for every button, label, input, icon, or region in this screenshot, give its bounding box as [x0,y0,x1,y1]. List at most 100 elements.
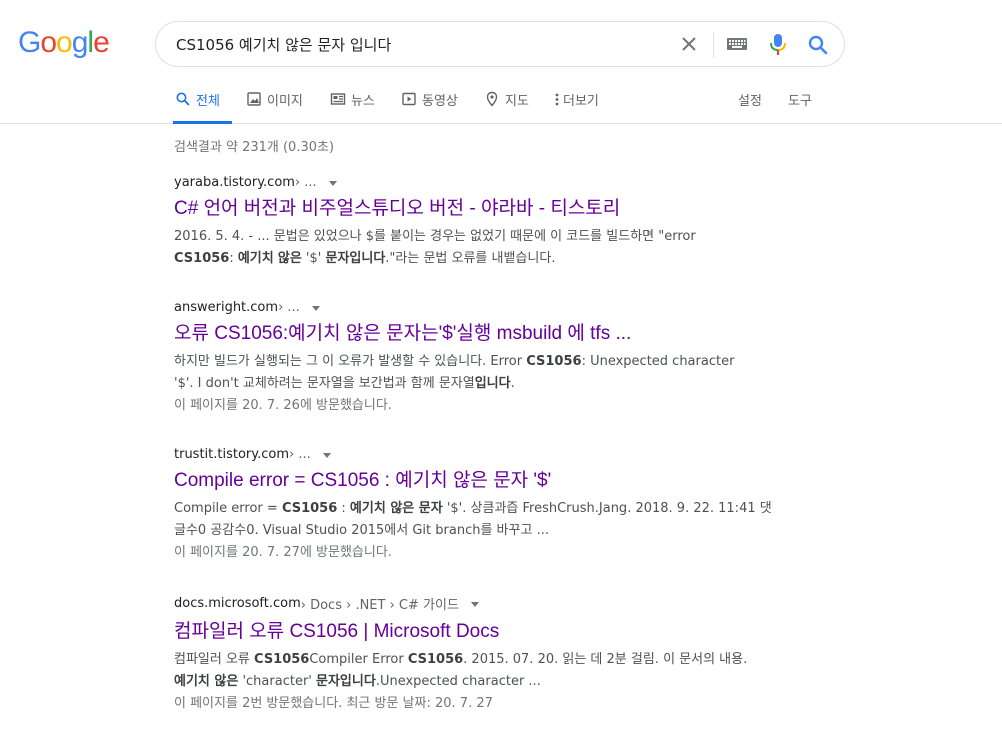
voice-search-button[interactable] [768,33,788,57]
snippet-text: ."라는 문법 오류를 내뱉습니다. [385,251,556,266]
snippet-highlight: 않은 [277,251,302,266]
search-icon [176,92,190,106]
settings-link[interactable]: 설정 [738,90,762,109]
snippet-highlight: 문자입니다 [316,674,376,689]
snippet-text: : [229,251,238,266]
logo-letter: e [93,26,110,59]
result-url[interactable]: docs.microsoft.com › Docs › .NET › C# 가이… [174,594,794,613]
snippet-text: .Unexpected character ... [375,674,541,689]
tab-label: 동영상 [422,94,458,109]
result-breadcrumb: › Docs › .NET › C# 가이드 [300,598,459,613]
caret-down-icon[interactable] [311,306,320,311]
snippet-text: . [510,376,515,391]
more-vert-icon [555,93,559,106]
snippet-highlight: 문자입니다 [325,251,386,266]
snippet-text: : Unexpected character [581,354,735,369]
snippet-line: '$'. I don't 교체하려는 문자열을 보간법과 함께 문자열입니다. [174,373,794,395]
visited-note: 이 페이지를 20. 7. 26에 방문했습니다. [174,398,392,413]
visited-note: 이 페이지를 20. 7. 27에 방문했습니다. [174,545,392,560]
result-snippet: 하지만 빌드가 실행되는 그 이 오류가 발생할 수 있습니다. Error C… [174,351,794,395]
caret-down-icon[interactable] [322,453,331,458]
result-title[interactable]: Compile error = CS1056 : 예기치 않은 문자 '$' [174,468,794,494]
snippet-text: . 2015. 07. 20. 읽는 데 2분 걸림. 이 문서의 내용. [463,652,748,667]
result-url[interactable]: answeright.com › ... [174,300,794,315]
virtual-keyboard-button[interactable] [726,36,748,52]
search-result: answeright.com › ... 오류 CS1056:예기치 않은 문자… [174,300,794,417]
logo-letter: o [40,26,57,59]
header: Google CS1056 예기치 않은 문자 입니다 전체 이미지 뉴스 동영… [0,0,1002,124]
result-title[interactable]: 오류 CS1056:예기치 않은 문자는'$'실행 msbuild 에 tfs … [174,321,794,347]
result-snippet: 컴파일러 오류 CS1056Compiler Error CS1056. 201… [174,649,794,693]
snippet-line: 예기치 않은 'character' 문자입니다.Unexpected char… [174,671,794,693]
snippet-line: Compile error = CS1056 : 예기치 않은 문자 '$'. … [174,498,794,520]
snippet-highlight: CS1056 [407,652,464,667]
caret-down-icon[interactable] [470,602,479,607]
result-site: answeright.com [174,300,279,315]
result-site: docs.microsoft.com [174,596,301,611]
tab-maps[interactable]: 지도 [484,90,529,124]
tab-more[interactable]: 더보기 [553,90,599,124]
result-snippet: Compile error = CS1056 : 예기치 않은 문자 '$'. … [174,498,794,542]
result-site: yaraba.tistory.com [174,175,295,190]
snippet-text: '$'. I don't 교체하려는 문자열을 보간법과 함께 문자열 [174,376,475,391]
tab-label: 뉴스 [351,94,375,109]
close-icon [682,37,696,51]
search-box-divider [713,32,714,58]
visited-note: 이 페이지를 2번 방문했습니다. 최근 방문 날짜: 20. 7. 27 [174,696,493,711]
snippet-highlight: CS1056 [254,652,310,667]
tab-all[interactable]: 전체 [173,90,232,124]
result-snippet: 2016. 5. 4. - ... 문법은 있었으나 $를 붙이는 경우는 없었… [174,226,794,270]
search-result: docs.microsoft.com › Docs › .NET › C# 가이… [174,594,794,715]
snippet-highlight: 입니다 [474,376,511,391]
snippet-text: Compile error = [174,501,282,516]
snippet-highlight: 예기치 않은 [174,674,239,689]
tab-images[interactable]: 이미지 [246,90,303,124]
result-site: trustit.tistory.com [174,447,290,462]
snippet-text: 'character' [238,674,316,689]
tab-label: 전체 [196,94,220,109]
snippet-highlight: CS1056 [281,501,338,516]
caret-down-icon[interactable] [328,181,337,186]
tab-videos[interactable]: 동영상 [401,90,458,124]
image-icon [247,92,261,106]
video-icon [402,92,416,106]
result-breadcrumb: › ... [294,175,317,190]
snippet-text: 글수0 공감수0. Visual Studio 2015에서 Git branc… [174,523,549,538]
logo-letter: G [18,26,41,59]
clear-search-button[interactable] [678,33,700,55]
snippet-line: 글수0 공감수0. Visual Studio 2015에서 Git branc… [174,520,794,542]
result-url[interactable]: trustit.tistory.com › ... [174,447,794,462]
google-logo[interactable]: Google [18,26,110,60]
snippet-line: 하지만 빌드가 실행되는 그 이 오류가 발생할 수 있습니다. Error C… [174,351,794,373]
microphone-icon [770,34,786,55]
snippet-highlight: CS1056 [174,251,230,266]
tab-label: 이미지 [267,94,303,109]
snippet-text: 컴파일러 오류 [174,652,255,667]
tab-label: 지도 [505,94,529,109]
snippet-highlight: 예기치 않은 문자 [349,501,443,516]
logo-letter: g [71,26,89,59]
snippet-line: 컴파일러 오류 CS1056Compiler Error CS1056. 201… [174,649,794,671]
result-breadcrumb: › ... [278,300,300,315]
search-box [155,21,845,67]
result-title[interactable]: 컴파일러 오류 CS1056 | Microsoft Docs [174,619,794,645]
logo-letter: o [56,26,73,59]
search-input[interactable] [176,32,656,56]
snippet-highlight: CS1056 [526,354,582,369]
snippet-highlight: 예기치 [237,251,274,266]
result-stats: 검색결과 약 231개 (0.30초) [174,140,335,155]
search-tabs: 전체 이미지 뉴스 동영상 지도 더보기 설정 도구 [0,84,1002,124]
snippet-line: CS1056: 예기치 않은 '$' 문자입니다."라는 문법 오류를 내뱉습니… [174,248,794,270]
tools-link[interactable]: 도구 [788,90,812,109]
result-breadcrumb: › ... [289,447,311,462]
result-title[interactable]: C# 언어 버전과 비주얼스튜디오 버전 - 야라바 - 티스토리 [174,196,794,222]
tab-news[interactable]: 뉴스 [330,90,375,124]
snippet-text: '$' [301,251,326,266]
result-url[interactable]: yaraba.tistory.com › ... [174,175,794,190]
search-submit-button[interactable] [806,33,830,57]
search-result: yaraba.tistory.com › ... C# 언어 버전과 비주얼스튜… [174,175,794,270]
map-pin-icon [486,91,498,107]
news-icon [330,93,346,105]
snippet-line: 2016. 5. 4. - ... 문법은 있었으나 $를 붙이는 경우는 없었… [174,226,794,248]
search-result: trustit.tistory.com › ... Compile error … [174,447,794,564]
